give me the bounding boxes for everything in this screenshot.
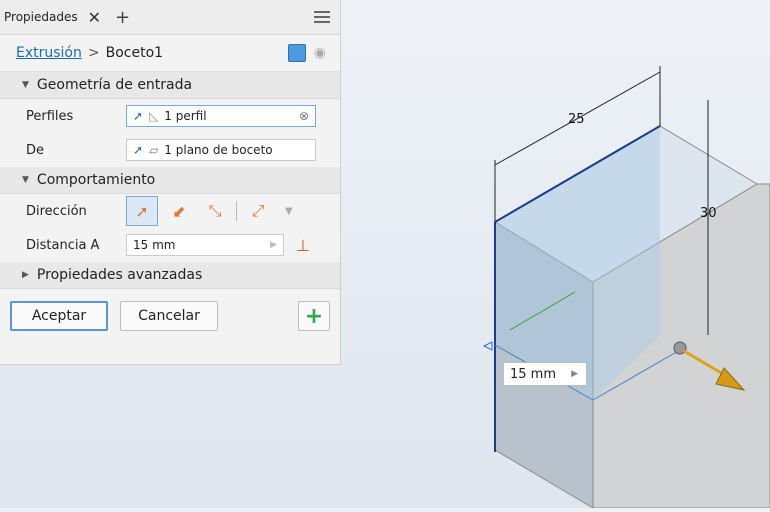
tab-label: Propiedades [4, 10, 78, 24]
close-icon[interactable]: ✕ [88, 8, 101, 27]
section-behavior-title: Comportamiento [36, 172, 156, 188]
section-advanced[interactable]: ▶ Propiedades avanzadas [0, 262, 340, 289]
profiles-label: Perfiles [26, 108, 74, 124]
row-direction: Dirección ➚ ⬋ ⤡ ⤢ ▼ [0, 194, 340, 228]
breadcrumb-current: Boceto1 [105, 45, 164, 61]
ok-button[interactable]: Aceptar [10, 301, 108, 331]
profile-shape-icon: ◺ [149, 109, 159, 123]
plane-icon: ▱ [149, 143, 159, 157]
cube-icon[interactable] [287, 44, 306, 62]
distance-value: 15 mm [133, 238, 176, 252]
direction-flip-icon: ⬋ [172, 201, 186, 221]
visibility-eye-icon[interactable]: ◉ [314, 45, 326, 61]
collapse-triangle-icon: ▼ [22, 80, 29, 90]
profiles-value: 1 perfil [164, 109, 207, 123]
distance-label: Distancia A [26, 237, 100, 253]
panel-tabbar: Propiedades ✕ + [0, 0, 340, 35]
direction-symmetric-icon: ⤡ [208, 201, 222, 220]
properties-panel: Propiedades ✕ + Extrusión > Boceto1 ◉ ▼ … [0, 0, 341, 365]
from-label: De [26, 142, 45, 158]
direction-asymmetric-button[interactable]: ⤢ [243, 197, 273, 225]
tab-propiedades[interactable]: Propiedades ✕ [0, 0, 107, 34]
distance-input[interactable]: 15 mm ▶ [126, 234, 284, 256]
distance-input-viewport[interactable]: 15 mm ▶ [503, 362, 587, 386]
profiles-selector[interactable]: ➚ ◺ 1 perfil ⊗ [126, 105, 316, 127]
section-behavior[interactable]: ▼ Comportamiento [0, 167, 340, 194]
row-profiles: Perfiles ➚ ◺ 1 perfil ⊗ [0, 99, 340, 133]
direction-symmetric-button[interactable]: ⤡ [200, 197, 230, 225]
clear-icon[interactable]: ⊗ [299, 109, 309, 123]
breadcrumb-separator: > [87, 45, 100, 61]
breadcrumb: Extrusión > Boceto1 ◉ [0, 35, 340, 72]
menu-icon[interactable] [314, 11, 330, 23]
breadcrumb-link-extrusion[interactable]: Extrusión [16, 45, 82, 61]
dimension-height-label[interactable]: 30 [700, 206, 717, 221]
distance-input-viewport-value: 15 mm [510, 366, 557, 382]
cancel-button[interactable]: Cancelar [120, 301, 218, 331]
spinner-arrow-icon[interactable]: ▶ [270, 240, 277, 250]
direction-default-button[interactable]: ➚ [126, 196, 158, 226]
expand-triangle-icon: ▶ [22, 270, 29, 280]
row-from: De ➚ ▱ 1 plano de boceto [0, 133, 340, 167]
add-button[interactable]: + [298, 301, 330, 331]
measure-icon[interactable]: ⊥ [296, 236, 310, 255]
divider [236, 201, 237, 221]
section-input-geometry-title: Geometría de entrada [36, 77, 193, 93]
direction-label: Dirección [26, 203, 87, 219]
direction-default-icon: ➚ [135, 201, 149, 221]
from-value: 1 plano de boceto [164, 143, 273, 157]
direction-asymmetric-icon: ⤢ [251, 201, 265, 220]
plus-icon: + [304, 303, 324, 329]
direction-flip-button[interactable]: ⬋ [164, 197, 194, 225]
section-input-geometry[interactable]: ▼ Geometría de entrada [0, 72, 340, 99]
from-selector[interactable]: ➚ ▱ 1 plano de boceto [126, 139, 316, 161]
row-distance: Distancia A 15 mm ▶ ⊥ [0, 228, 340, 262]
collapse-triangle-icon-2: ▼ [22, 175, 29, 185]
select-cursor-icon: ➚ [133, 109, 144, 123]
spinner-icon[interactable]: ▶ [571, 369, 578, 379]
section-advanced-title: Propiedades avanzadas [36, 267, 203, 283]
select-cursor-icon-2: ➚ [133, 143, 144, 157]
add-tab-icon[interactable]: + [115, 7, 130, 28]
dropdown-arrow-icon[interactable]: ▼ [285, 206, 293, 217]
dimension-width-label[interactable]: 25 [568, 112, 585, 127]
